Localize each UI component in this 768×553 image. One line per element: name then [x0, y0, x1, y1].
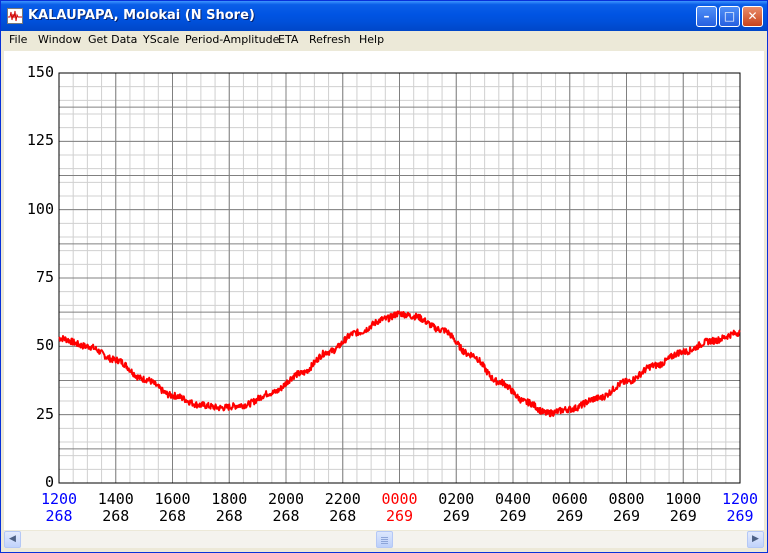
maximize-button[interactable]: □	[719, 6, 740, 27]
scroll-right-button[interactable]: ▶	[747, 531, 764, 548]
x-tick-time: 0600	[551, 490, 588, 508]
x-tick-day: 268	[329, 507, 357, 525]
y-tick-label: 25	[35, 404, 54, 423]
menu-eta[interactable]: ETA	[278, 33, 298, 46]
menu-window[interactable]: Window	[38, 33, 81, 46]
x-tick-time: 0800	[608, 490, 645, 508]
x-tick-label: 1600 268	[145, 491, 201, 525]
grid-major	[58, 72, 741, 484]
x-tick-label: 1200 268	[31, 491, 87, 525]
y-tick-label: 75	[35, 268, 54, 286]
x-tick-time: 1200	[40, 490, 78, 508]
x-tick-time: 0000	[381, 490, 418, 508]
x-tick-day: 268	[102, 507, 130, 525]
x-tick-time: 1800	[211, 490, 248, 508]
x-tick-day: 269	[556, 507, 584, 525]
x-tick-time: 1400	[97, 490, 134, 508]
plot-area: 0 25 50 75 100 125 150 1200 268 1400 268 1…	[4, 51, 764, 530]
x-tick-label: 0200 269	[428, 491, 484, 525]
x-tick-time: 1600	[154, 490, 191, 508]
x-tick-time: 0400	[494, 490, 532, 508]
x-tick-time: 1200	[721, 490, 759, 508]
x-tick-label: 1800 268	[201, 491, 257, 525]
x-tick-time: 1000	[665, 490, 702, 508]
x-tick-time: 0200	[438, 490, 475, 508]
x-tick-time: 2200	[324, 490, 361, 508]
y-tick-label: 125	[26, 131, 54, 150]
close-button[interactable]: ✕	[742, 6, 763, 27]
close-icon: ✕	[747, 9, 758, 23]
menu-bar: File Window Get Data YScale Period-Ampli…	[1, 31, 767, 50]
minimize-button[interactable]: –	[696, 6, 717, 27]
menu-refresh[interactable]: Refresh	[309, 33, 351, 46]
grip-line	[381, 543, 388, 544]
x-tick-label: 2200 268	[315, 491, 371, 525]
menu-help[interactable]: Help	[359, 33, 384, 46]
grip-line	[381, 539, 388, 540]
grip-line	[381, 537, 388, 538]
app-window: KALAUPAPA, Molokai (N Shore) – □ ✕ File …	[0, 0, 768, 553]
x-tick-day: 269	[442, 507, 470, 525]
x-tick-day: 269	[499, 507, 527, 525]
menu-get-data[interactable]: Get Data	[88, 33, 137, 46]
x-tick-day: 269	[612, 507, 641, 525]
arrow-right-icon: ▶	[752, 534, 759, 544]
y-tick-label: 100	[26, 199, 54, 218]
maximize-icon: □	[723, 9, 736, 23]
x-tick-day: 268	[45, 507, 73, 525]
x-tick-day: 269	[669, 507, 697, 525]
x-tick-label: 0800 269	[599, 491, 655, 525]
window-title: KALAUPAPA, Molokai (N Shore)	[28, 8, 255, 23]
menu-file[interactable]: File	[9, 33, 27, 46]
x-tick-day: 268	[158, 507, 187, 525]
x-tick-label: 2000 268	[258, 491, 314, 525]
x-tick-label: 0000 269	[372, 491, 428, 525]
menu-period-amplitude[interactable]: Period-Amplitude	[185, 33, 279, 46]
scroll-thumb[interactable]	[376, 531, 393, 548]
minimize-icon: –	[703, 9, 710, 23]
y-tick-label: 150	[26, 63, 54, 81]
menu-yscale[interactable]: YScale	[143, 33, 179, 46]
x-tick-day: 269	[726, 507, 754, 525]
x-tick-day: 268	[215, 507, 243, 525]
x-tick-label: 1000 269	[655, 491, 711, 525]
x-tick-label: 1200 269	[712, 491, 768, 525]
scroll-left-button[interactable]: ◀	[4, 531, 21, 548]
tide-chart	[58, 72, 741, 484]
title-bar[interactable]: KALAUPAPA, Molokai (N Shore) – □ ✕	[1, 1, 767, 31]
y-tick-label: 0	[44, 473, 54, 491]
horizontal-scrollbar[interactable]: ◀ ▶	[4, 531, 764, 548]
x-tick-label: 0600 269	[542, 491, 598, 525]
x-tick-day: 268	[272, 507, 300, 525]
grip-line	[381, 541, 388, 542]
x-tick-day: 269	[385, 507, 414, 525]
arrow-left-icon: ◀	[9, 534, 16, 544]
y-tick-label: 50	[35, 336, 54, 355]
x-tick-label: 0400 269	[485, 491, 541, 525]
seismograph-icon	[7, 8, 23, 24]
x-tick-label: 1400 268	[88, 491, 144, 525]
x-tick-time: 2000	[267, 490, 305, 508]
